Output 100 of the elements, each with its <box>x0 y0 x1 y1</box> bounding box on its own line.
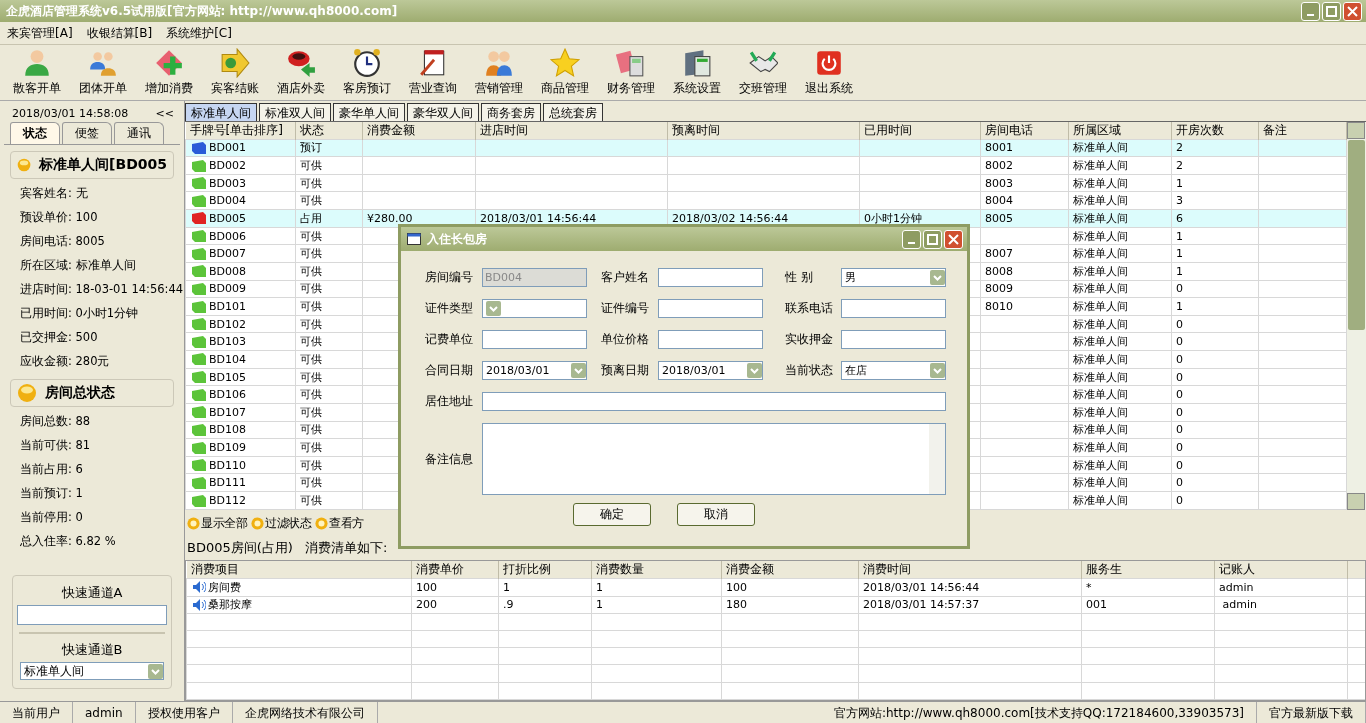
table-cell: * <box>1081 578 1215 596</box>
people-icon <box>484 48 514 78</box>
dropdown[interactable] <box>482 299 587 318</box>
tab[interactable]: 总统套房 <box>543 103 603 121</box>
field-label: 快速通道B <box>61 641 123 659</box>
table-cell: 1 <box>1171 174 1259 192</box>
tab[interactable]: 豪华单人间 <box>333 103 405 121</box>
column-header[interactable]: 备注 <box>1258 122 1347 140</box>
room-number: BD102 <box>209 316 246 332</box>
toolbar-button[interactable]: 系统设置 <box>664 48 730 100</box>
toolbar-button[interactable]: 团体开单 <box>70 48 136 100</box>
column-header[interactable]: 消费数量 <box>591 561 722 579</box>
text-field[interactable] <box>841 330 946 349</box>
toolbar-button[interactable]: 增加消费 <box>136 48 202 100</box>
column-header[interactable]: 消费单价 <box>411 561 499 579</box>
window-title: 企虎酒店管理系统v6.5试用版[官方网站: http://www.qh8000.com] <box>6 2 398 20</box>
table-cell: 0 <box>1171 474 1259 492</box>
minimize-button[interactable] <box>1301 1 1320 21</box>
text-field[interactable] <box>482 392 946 411</box>
text-field[interactable] <box>841 299 946 318</box>
tab[interactable]: 便签 <box>62 122 112 144</box>
column-header[interactable]: 进店时间 <box>475 122 668 140</box>
room-number: BD106 <box>209 387 246 403</box>
maximize-button[interactable] <box>923 229 942 249</box>
speaker-icon <box>192 597 206 612</box>
collapse-button[interactable]: << <box>155 107 174 120</box>
close-button[interactable] <box>944 229 963 249</box>
table-cell: 标准单人间 <box>1068 315 1172 333</box>
filter-button[interactable]: 显示全部 <box>187 514 247 532</box>
column-header[interactable]: 消费项目 <box>186 561 412 579</box>
dropdown[interactable]: 2018/03/01 <box>482 361 587 380</box>
room-number: BD110 <box>209 457 246 473</box>
table-cell: 标准单人间 <box>1068 262 1172 281</box>
tab[interactable]: 标准单人间 <box>185 103 257 121</box>
column-header[interactable]: 预离时间 <box>667 122 860 140</box>
tab[interactable]: 通讯 <box>114 122 164 144</box>
close-button[interactable] <box>1343 1 1362 21</box>
menu-item[interactable]: 收银结算[B] <box>86 24 153 42</box>
dropdown[interactable]: 2018/03/01 <box>658 361 763 380</box>
table-cell: 可供 <box>295 368 363 386</box>
text-field[interactable] <box>17 605 167 625</box>
menu-item[interactable]: 来宾管理[A] <box>7 24 73 42</box>
table-cell: 0 <box>1171 368 1259 386</box>
column-header[interactable]: 所属区域 <box>1068 122 1172 140</box>
toolbar-button[interactable]: 商品管理 <box>532 48 598 100</box>
table-cell: 可供 <box>295 491 363 510</box>
toolbar-button[interactable]: 营业查询 <box>400 48 466 100</box>
toolbar-button[interactable]: 散客开单 <box>4 48 70 100</box>
filter-button[interactable]: 过滤状态 <box>251 514 311 532</box>
status-light-icon <box>17 383 37 403</box>
table-cell: .9 <box>498 596 592 614</box>
dropdown[interactable]: 标准单人间 <box>20 662 164 680</box>
scrollbar[interactable] <box>1347 122 1366 510</box>
table-cell: 8010 <box>980 297 1069 316</box>
column-header[interactable]: 开房次数 <box>1171 122 1259 140</box>
dropdown[interactable]: 男 <box>841 268 946 287</box>
toolbar-button[interactable]: 客房预订 <box>334 48 400 100</box>
menu-item[interactable]: 系统维护[C] <box>166 24 232 42</box>
dialog-button[interactable]: 取消 <box>677 503 755 526</box>
text-area[interactable] <box>482 423 946 495</box>
column-header[interactable]: 房间电话 <box>980 122 1069 140</box>
column-header[interactable]: 打折比例 <box>498 561 592 579</box>
text-field[interactable] <box>482 330 587 349</box>
scroll-down-button[interactable] <box>1347 493 1365 510</box>
column-header[interactable]: 手牌号[单击排序] <box>185 122 296 140</box>
scroll-up-button[interactable] <box>1347 122 1365 139</box>
text-field[interactable] <box>658 299 763 318</box>
column-header[interactable]: 消费金额 <box>721 561 859 579</box>
tab[interactable]: 商务套房 <box>481 103 541 121</box>
table-cell: 2 <box>1171 156 1259 175</box>
field-label: 证件类型 <box>425 300 474 317</box>
tab[interactable]: 标准双人间 <box>259 103 331 121</box>
toolbar-button[interactable]: 财务管理 <box>598 48 664 100</box>
column-header[interactable]: 已用时间 <box>859 122 981 140</box>
minimize-button[interactable] <box>902 229 921 249</box>
column-header[interactable]: 记账人 <box>1214 561 1348 579</box>
minimize-icon <box>1307 14 1314 16</box>
dialog-button[interactable]: 确定 <box>573 503 651 526</box>
column-header[interactable]: 服务生 <box>1081 561 1215 579</box>
maximize-button[interactable] <box>1322 1 1341 21</box>
tab[interactable]: 豪华双人间 <box>407 103 479 121</box>
toolbar-button[interactable]: 退出系统 <box>796 48 862 100</box>
filter-button[interactable]: 查看方 <box>315 514 364 532</box>
column-header[interactable]: 消费金额 <box>362 122 476 140</box>
field-label: 联系电话 <box>785 300 834 317</box>
table-cell: 可供 <box>295 262 363 281</box>
toolbar-button[interactable]: 酒店外卖 <box>268 48 334 100</box>
toolbar-button[interactable]: 交班管理 <box>730 48 796 100</box>
text-field[interactable] <box>658 268 763 287</box>
text-field[interactable] <box>658 330 763 349</box>
dropdown[interactable]: 在店 <box>841 361 946 380</box>
column-header[interactable]: 状态 <box>295 122 363 140</box>
toolbar-button[interactable]: 宾客结账 <box>202 48 268 100</box>
table-cell: 1 <box>1171 244 1259 263</box>
tab[interactable]: 状态 <box>10 122 60 144</box>
table-cell: 预订 <box>295 139 363 157</box>
column-header[interactable]: 消费时间 <box>858 561 1082 579</box>
panel-icon <box>682 48 712 78</box>
toolbar-button[interactable]: 营销管理 <box>466 48 532 100</box>
table-cell: 180 <box>721 596 859 614</box>
